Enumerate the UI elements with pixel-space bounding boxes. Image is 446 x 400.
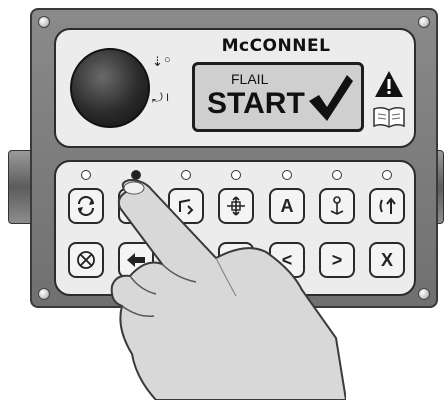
manual-book-icon (373, 106, 405, 128)
angle-icon (379, 197, 396, 214)
status-led (382, 170, 392, 180)
screw (38, 288, 50, 300)
dial-led-icon: ○ (164, 54, 171, 66)
lcd-line1: FLAIL (231, 71, 269, 87)
lcd-display: FLAIL START (192, 62, 364, 132)
dial-rotate-icon: ⤾ (152, 90, 163, 105)
checkmark-icon (309, 75, 353, 121)
display-panel: ⇣ ○ ⤾ I McCONNEL FLAIL START (54, 28, 416, 148)
rotate-icon (78, 196, 94, 216)
operator-hand-image (110, 178, 346, 400)
stop-rotor-icon (77, 251, 95, 269)
status-led (81, 170, 91, 180)
cancel-key[interactable]: X (369, 242, 405, 278)
angle-key[interactable] (369, 188, 405, 224)
dial-marker-label: I (166, 92, 170, 104)
screw (418, 288, 430, 300)
screw (38, 16, 50, 28)
lcd-line2: START (207, 87, 305, 120)
warning-triangle-icon (375, 71, 403, 97)
rotary-dial[interactable] (70, 48, 150, 128)
screw (418, 16, 430, 28)
cancel-icon: X (380, 249, 393, 270)
brand-logo: McCONNEL (221, 36, 331, 56)
dial-raise-icon: ⇣ (152, 54, 163, 69)
